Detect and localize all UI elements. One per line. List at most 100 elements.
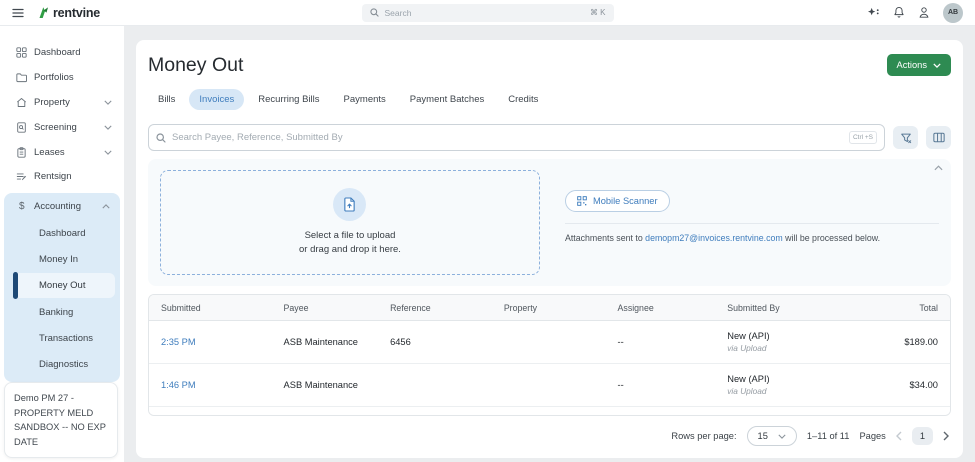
collapse-panel-button[interactable]: [934, 165, 943, 171]
search-shortcut-badge: Ctrl +S: [848, 131, 877, 144]
sidebar-item-accounting[interactable]: $ Accounting: [4, 193, 120, 220]
cell-total: $34.00: [909, 380, 938, 390]
logo-text: rentvine: [53, 5, 101, 20]
sidebar-item-leases[interactable]: Leases: [0, 140, 124, 165]
house-icon: [16, 97, 27, 108]
sidebar-item-label: Dashboard: [34, 46, 81, 58]
submitted-time-link[interactable]: 2:35 PM: [161, 337, 196, 347]
column-header-property: Property: [503, 302, 538, 313]
logo[interactable]: rentvine: [38, 6, 100, 20]
rows-per-page-select[interactable]: 15: [746, 426, 797, 446]
sidebar-subitem-transactions[interactable]: Transactions: [4, 325, 120, 351]
table-toolbar: Ctrl +S: [148, 124, 951, 151]
search-input[interactable]: [172, 132, 843, 143]
qr-code-icon: [577, 196, 587, 206]
upload-panel-right: Mobile Scanner Attachments sent to demop…: [564, 170, 939, 275]
signature-icon: [16, 171, 27, 182]
previous-page-icon[interactable]: [895, 431, 902, 441]
table-search: Ctrl +S: [148, 124, 885, 151]
global-search-placeholder: Search: [384, 7, 412, 18]
column-header-reference: Reference: [390, 302, 431, 313]
global-search[interactable]: Search ⌘ K: [361, 3, 614, 22]
tab-payment-batches[interactable]: Payment Batches: [400, 89, 494, 110]
sidebar-subitem-label: Money In: [39, 253, 79, 265]
sidebar-subitem-label: Banking: [39, 306, 74, 318]
upload-panel: Select a file to upload or drag and drop…: [148, 159, 951, 286]
notifications-bell-icon[interactable]: [893, 6, 905, 19]
title-row: Money Out Actions: [148, 54, 951, 77]
sidebar-subitem-accounting-dashboard[interactable]: Dashboard: [4, 220, 120, 246]
sidebar-item-screening[interactable]: Screening: [0, 115, 124, 140]
chevron-down-icon: [104, 125, 112, 130]
cell-assignee: --: [617, 337, 624, 347]
chevron-down-icon: [104, 100, 112, 105]
sidebar-item-property[interactable]: Property: [0, 90, 124, 115]
sidebar-subitem-money-out[interactable]: Money Out: [13, 272, 115, 300]
column-header-payee: Payee: [283, 302, 309, 313]
page-number-button[interactable]: 1: [911, 427, 933, 445]
table-footer-strip: [149, 407, 950, 415]
sidebar-item-label: Rentsign: [34, 171, 72, 183]
attachments-email-link[interactable]: demopm27@invoices.rentvine.com: [645, 233, 783, 243]
clipboard-icon: [16, 146, 27, 158]
attachments-note: Attachments sent to demopm27@invoices.re…: [564, 233, 881, 243]
demo-account-note: Demo PM 27 - PROPERTY MELD SANDBOX -- NO…: [4, 382, 118, 458]
cell-assignee: --: [617, 380, 624, 390]
global-search-shortcut: ⌘ K: [589, 8, 606, 17]
dropzone-text: Select a file to upload or drag and drop…: [299, 229, 401, 255]
upload-icon-circle: [333, 187, 367, 221]
sidebar-item-dashboard[interactable]: Dashboard: [0, 40, 124, 65]
cell-total: $189.00: [904, 337, 938, 347]
next-page-icon[interactable]: [943, 431, 949, 441]
chevron-down-icon: [104, 150, 112, 155]
sidebar-item-portfolios[interactable]: Portfolios: [0, 65, 124, 90]
money-out-tabs: Bills Invoices Recurring Bills Payments …: [148, 89, 951, 110]
pagination-range: 1–11 of 11: [806, 431, 850, 441]
invoices-table: Submitted Payee Reference Property Assig…: [148, 294, 951, 416]
sidebar-item-label: Accounting: [34, 201, 82, 213]
document-search-icon: [16, 121, 27, 133]
sidebar-accounting-section: $ Accounting Dashboard Money In Money Ou…: [4, 193, 120, 383]
tab-recurring-bills[interactable]: Recurring Bills: [248, 89, 329, 110]
folder-icon: [16, 72, 27, 83]
sidebar-subitem-label: Dashboard: [39, 227, 86, 239]
dollar-icon: $: [19, 201, 25, 213]
cell-reference: 6456: [390, 337, 411, 347]
panel-divider: [564, 223, 939, 224]
support-person-icon[interactable]: [918, 6, 930, 19]
sidebar-subitem-diagnostics[interactable]: Diagnostics: [4, 351, 120, 377]
tab-credits[interactable]: Credits: [498, 89, 548, 110]
cell-submitted-by: New (API) via Upload: [715, 331, 859, 353]
page-title: Money Out: [148, 54, 244, 76]
mobile-scanner-button[interactable]: Mobile Scanner: [564, 190, 670, 212]
chevron-up-icon: [102, 204, 110, 209]
actions-button[interactable]: Actions: [886, 54, 951, 76]
column-header-submitted-by: Submitted By: [727, 302, 780, 313]
file-dropzone[interactable]: Select a file to upload or drag and drop…: [160, 170, 540, 275]
table-header-row: Submitted Payee Reference Property Assig…: [149, 295, 950, 321]
sidebar-subitem-label: Diagnostics: [39, 358, 89, 370]
tab-payments[interactable]: Payments: [334, 89, 396, 110]
submitted-time-link[interactable]: 1:46 PM: [161, 380, 196, 390]
tab-invoices[interactable]: Invoices: [189, 89, 245, 110]
tab-bills[interactable]: Bills: [148, 89, 185, 110]
filter-button[interactable]: [893, 126, 918, 149]
table-row: 1:46 PM ASB Maintenance -- New (API) via…: [149, 364, 950, 407]
app-root: rentvine Search ⌘ K AB Dashboard Portfol…: [0, 0, 975, 462]
money-out-card: Money Out Actions Bills Invoices Recurri…: [136, 40, 963, 458]
columns-button[interactable]: [926, 126, 951, 149]
sidebar: Dashboard Portfolios Property Screening: [0, 26, 124, 462]
cell-submitted-by: New (API) via Upload: [715, 374, 859, 396]
sidebar-item-rentsign[interactable]: Rentsign: [0, 164, 124, 189]
user-avatar[interactable]: AB: [943, 2, 963, 23]
ai-sparkle-icon[interactable]: [867, 7, 880, 18]
sidebar-subitem-banking[interactable]: Banking: [4, 299, 120, 325]
menu-icon[interactable]: [12, 8, 24, 18]
cell-payee: ASB Maintenance: [283, 380, 358, 390]
pages-label: Pages: [859, 431, 886, 441]
sidebar-item-label: Portfolios: [34, 71, 74, 83]
dashboard-grid-icon: [16, 47, 27, 58]
submitted-via: via Upload: [727, 343, 767, 353]
file-upload-icon: [343, 197, 356, 212]
sidebar-subitem-money-in[interactable]: Money In: [4, 246, 120, 272]
